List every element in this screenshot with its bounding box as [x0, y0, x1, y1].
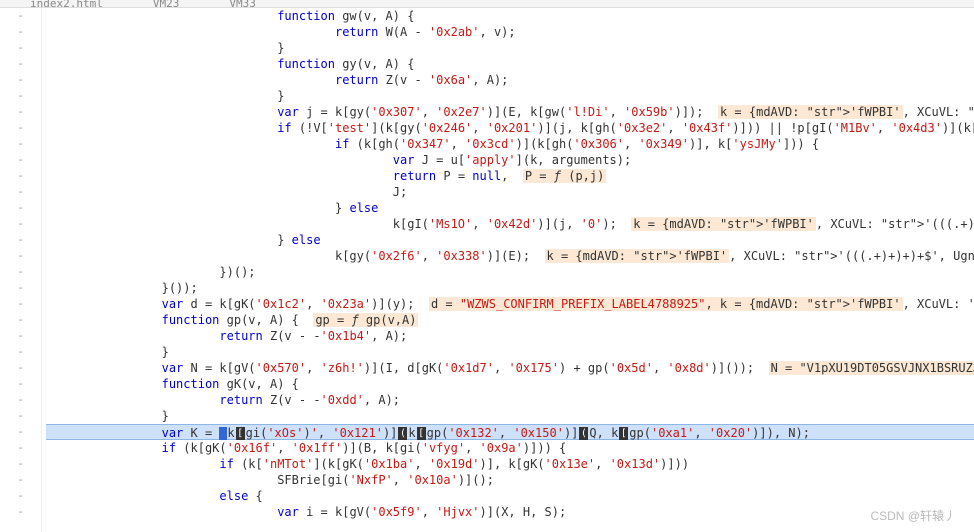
gutter-mark: - [0, 424, 41, 440]
gutter-mark: - [0, 216, 41, 232]
code-line[interactable]: return Z(v - -'0x1b4', A); [46, 328, 974, 344]
code-line[interactable]: function gw(v, A) { [46, 8, 974, 24]
code-line[interactable]: }()); [46, 280, 974, 296]
editor-tabs: index2.html VM23 VM33 [0, 0, 974, 8]
gutter-mark: - [0, 280, 41, 296]
gutter-mark: - [0, 72, 41, 88]
gutter-mark: - [0, 104, 41, 120]
gutter-mark: - [0, 296, 41, 312]
code-line[interactable]: if (k[gh('0x347', '0x3cd')](k[gh('0x306'… [46, 136, 974, 152]
gutter-mark: - [0, 472, 41, 488]
code-line[interactable]: } [46, 88, 974, 104]
code-line[interactable]: function gp(v, A) { gp = ƒ gp(v,A) [46, 312, 974, 328]
gutter-mark: - [0, 24, 41, 40]
code-line[interactable]: k[gI('Ms1O', '0x42d')](j, '0'); k = {mdA… [46, 216, 974, 232]
gutter-mark: - [0, 232, 41, 248]
code-line[interactable]: })(); [46, 264, 974, 280]
gutter-mark: - [0, 312, 41, 328]
gutter-mark: - [0, 328, 41, 344]
gutter-mark: - [0, 136, 41, 152]
watermark: CSDN @轩辕丿 [870, 507, 956, 524]
code-line[interactable]: else { [46, 488, 974, 504]
gutter-mark: - [0, 8, 41, 24]
gutter-mark: - [0, 440, 41, 456]
code-line[interactable]: var J = u['apply'](k, arguments); [46, 152, 974, 168]
code-line[interactable]: var K = k[gi('xOs')', '0x121')](k[gp('0x… [46, 424, 974, 440]
code-line[interactable]: function gK(v, A) { [46, 376, 974, 392]
gutter-mark: - [0, 168, 41, 184]
code-line[interactable]: var i = k[gV('0x5f9', 'Hjvx')](X, H, S); [46, 504, 974, 520]
gutter-mark: - [0, 488, 41, 504]
code-line[interactable]: } [46, 344, 974, 360]
code-line[interactable]: } [46, 408, 974, 424]
code-line[interactable]: } else [46, 232, 974, 248]
gutter-mark: - [0, 184, 41, 200]
code-line[interactable]: if (k['nMTot'](k[gK('0x1ba', '0x19d')], … [46, 456, 974, 472]
code-line[interactable]: var d = k[gK('0x1c2', '0x23a')](y); d = … [46, 296, 974, 312]
gutter-mark: - [0, 264, 41, 280]
gutter-mark: - [0, 456, 41, 472]
code-line[interactable]: return W(A - '0x2ab', v); [46, 24, 974, 40]
code-line[interactable]: J; [46, 184, 974, 200]
gutter-mark: - [0, 376, 41, 392]
gutter-mark: - [0, 40, 41, 56]
code-line[interactable]: function gy(v, A) { [46, 56, 974, 72]
code-editor[interactable]: function gw(v, A) { return W(A - '0x2ab'… [42, 8, 974, 532]
gutter-mark: - [0, 120, 41, 136]
gutter-mark: - [0, 152, 41, 168]
gutter-mark: - [0, 504, 41, 520]
code-line[interactable]: return Z(v - '0x6a', A); [46, 72, 974, 88]
code-line[interactable]: SFBrie[gi('NxfP', '0x10a')](); [46, 472, 974, 488]
code-line[interactable]: if (k[gK('0x16f', '0x1ff')](B, k[gi('vfy… [46, 440, 974, 456]
code-line[interactable]: if (!V['test'](k[gy('0x246', '0x201')](j… [46, 120, 974, 136]
gutter-mark: - [0, 360, 41, 376]
gutter-mark: - [0, 56, 41, 72]
gutter-mark: - [0, 88, 41, 104]
gutter-mark: - [0, 344, 41, 360]
code-line[interactable]: k[gy('0x2f6', '0x338')](E); k = {mdAVD: … [46, 248, 974, 264]
gutter: -------------------------------- [0, 8, 42, 532]
code-line[interactable]: return Z(v - -'0xdd', A); [46, 392, 974, 408]
gutter-mark: - [0, 392, 41, 408]
code-line[interactable]: var j = k[gy('0x307', '0x2e7')](E, k[gw(… [46, 104, 974, 120]
code-area: -------------------------------- functio… [0, 8, 974, 532]
gutter-mark: - [0, 200, 41, 216]
code-line[interactable]: var N = k[gV('0x570', 'z6h!')](I, d[gK('… [46, 360, 974, 376]
gutter-mark: - [0, 248, 41, 264]
gutter-mark: - [0, 408, 41, 424]
code-line[interactable]: return P = null, P = ƒ (p,j) [46, 168, 974, 184]
code-line[interactable]: } [46, 40, 974, 56]
code-line[interactable]: } else [46, 200, 974, 216]
